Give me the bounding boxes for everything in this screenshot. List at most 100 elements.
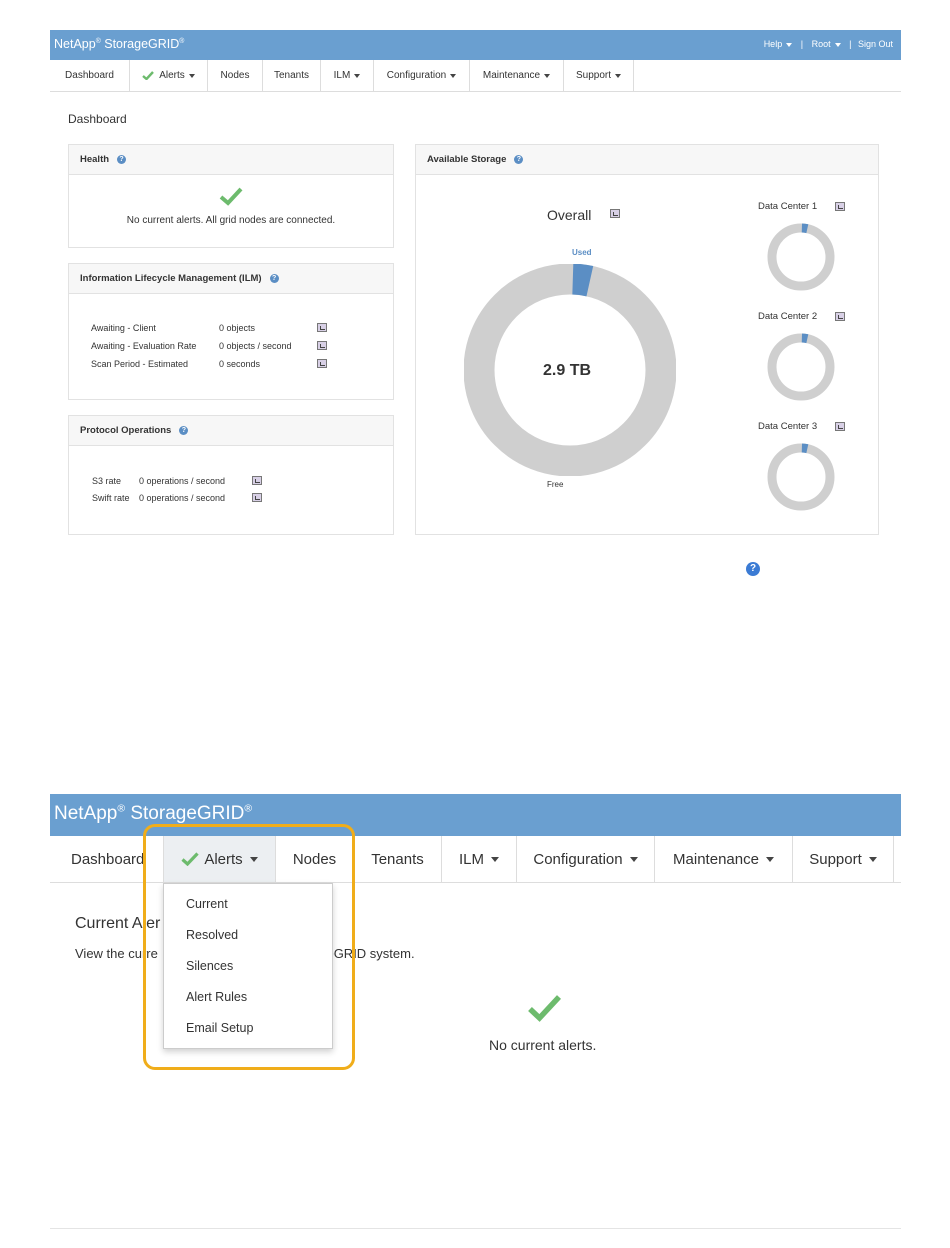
nav-dashboard-label: Dashboard xyxy=(71,850,145,868)
ilm-row-value: 0 objects / second xyxy=(219,341,292,351)
chevron-down-icon xyxy=(765,856,774,862)
chart-icon[interactable] xyxy=(252,493,262,502)
chart-icon[interactable] xyxy=(317,359,327,368)
nav-tenants[interactable]: Tenants xyxy=(354,836,442,882)
protocol-row-label: S3 rate xyxy=(92,476,122,486)
help-label: Help xyxy=(763,39,783,49)
ilm-row-value: 0 objects xyxy=(219,323,256,333)
reg-mark: ® xyxy=(179,37,185,45)
brand-netapp: NetApp xyxy=(54,803,118,824)
brand-logo: NetApp® StorageGRID® xyxy=(54,37,184,51)
free-slice xyxy=(767,223,835,291)
chart-icon[interactable] xyxy=(317,323,327,332)
chart-icon[interactable] xyxy=(610,209,620,218)
nav-configuration[interactable]: Configuration xyxy=(374,60,470,91)
divider xyxy=(50,1228,901,1229)
protocol-row-value: 0 operations / second xyxy=(139,493,226,503)
dc1-donut xyxy=(767,223,835,291)
nav-alerts[interactable]: Alerts xyxy=(130,60,208,91)
brand-product: StorageGRID xyxy=(104,37,180,51)
sign-out-link[interactable]: Sign Out xyxy=(858,39,893,49)
page-title: Dashboard xyxy=(68,112,127,126)
help-icon[interactable]: ? xyxy=(746,562,760,576)
brand-logo: NetApp® StorageGRID® xyxy=(54,803,252,825)
brand-product: StorageGRID xyxy=(130,803,245,824)
chevron-down-icon xyxy=(354,73,361,78)
help-icon[interactable]: ? xyxy=(269,274,279,283)
empty-state-message: No current alerts. xyxy=(489,1037,597,1053)
health-title: Health xyxy=(80,154,110,165)
ilm-row-value: 0 seconds xyxy=(219,359,261,369)
storage-panel-header: Available Storage ? xyxy=(416,145,878,175)
chart-icon[interactable] xyxy=(835,312,845,321)
storage-title: Available Storage xyxy=(427,154,507,165)
check-icon xyxy=(219,187,243,206)
ilm-title: Information Lifecycle Management (ILM) xyxy=(80,273,262,284)
root-menu[interactable]: Root xyxy=(810,39,843,49)
nav-ilm[interactable]: ILM xyxy=(321,60,374,91)
nav-dashboard[interactable]: Dashboard xyxy=(50,60,130,91)
main-nav: Dashboard Alerts Nodes Tenants ILM Confi… xyxy=(50,60,901,92)
chart-icon[interactable] xyxy=(835,422,845,431)
protocol-row-value: 0 operations / second xyxy=(139,476,226,486)
nav-tenants-label: Tenants xyxy=(371,850,424,868)
protocol-panel: Protocol Operations ? S3 rate 0 operatio… xyxy=(68,415,394,535)
protocol-panel-header: Protocol Operations ? xyxy=(69,416,393,446)
highlight-box xyxy=(143,824,355,1070)
nav-configuration-label: Configuration xyxy=(386,70,447,81)
health-panel-header: Health ? xyxy=(69,145,393,175)
nav-ilm-label: ILM xyxy=(458,850,484,868)
chevron-down-icon xyxy=(491,856,499,862)
brand-netapp: NetApp xyxy=(54,37,96,51)
chevron-down-icon xyxy=(188,73,195,78)
chart-icon[interactable] xyxy=(252,476,262,485)
separator: | xyxy=(800,39,804,49)
root-label: Root xyxy=(811,39,831,49)
check-icon xyxy=(142,71,155,80)
chart-icon[interactable] xyxy=(835,202,845,211)
storage-panel: Available Storage ? Overall 2.9 TB Used … xyxy=(415,144,879,535)
nav-support-label: Support xyxy=(809,850,862,868)
nav-maintenance[interactable]: Maintenance xyxy=(470,60,564,91)
nav-maintenance[interactable]: Maintenance xyxy=(655,836,793,882)
header-banner: NetApp® StorageGRID® Help | Root | Sign … xyxy=(50,30,901,60)
overall-title: Overall xyxy=(547,207,592,223)
nav-support[interactable]: Support xyxy=(564,60,634,91)
user-links: Help | Root | Sign Out xyxy=(760,39,895,49)
nav-configuration-label: Configuration xyxy=(533,850,623,868)
reg-mark: ® xyxy=(117,803,126,815)
nav-alerts-label: Alerts xyxy=(159,70,185,81)
nav-ilm-label: ILM xyxy=(333,70,351,81)
ilm-panel-header: Information Lifecycle Management (ILM) ? xyxy=(69,264,393,294)
nav-maintenance-label: Maintenance xyxy=(673,850,759,868)
free-label: Free xyxy=(547,480,564,489)
nav-ilm[interactable]: ILM xyxy=(442,836,517,882)
used-label: Used xyxy=(572,248,592,257)
alerts-screenshot: NetApp® StorageGRID® Dashboard Alerts No… xyxy=(50,794,901,1194)
chevron-down-icon xyxy=(544,73,551,78)
protocol-row-label: Swift rate xyxy=(92,493,130,503)
nav-nodes[interactable]: Nodes xyxy=(208,60,263,91)
ilm-row-label: Scan Period - Estimated xyxy=(91,359,189,369)
help-icon[interactable]: ? xyxy=(179,426,189,435)
dashboard-screenshot: NetApp® StorageGRID® Help | Root | Sign … xyxy=(50,30,901,576)
protocol-title: Protocol Operations xyxy=(80,425,172,436)
nav-support[interactable]: Support xyxy=(793,836,894,882)
nav-tenants[interactable]: Tenants xyxy=(263,60,321,91)
ilm-row-label: Awaiting - Evaluation Rate xyxy=(91,341,197,351)
chevron-down-icon xyxy=(615,73,622,78)
chevron-down-icon xyxy=(868,856,877,862)
nav-configuration[interactable]: Configuration xyxy=(517,836,655,882)
overall-center-value: 2.9 TB xyxy=(543,362,592,379)
nav-maintenance-label: Maintenance xyxy=(482,70,541,81)
free-slice xyxy=(767,333,835,401)
chart-icon[interactable] xyxy=(317,341,327,350)
dc-title: Data Center 3 xyxy=(758,421,818,432)
free-slice xyxy=(767,443,835,511)
reg-mark: ® xyxy=(95,37,101,45)
nav-support-label: Support xyxy=(575,70,612,81)
help-icon[interactable]: ? xyxy=(514,155,524,164)
help-menu[interactable]: Help xyxy=(762,39,795,49)
help-icon[interactable]: ? xyxy=(117,155,127,164)
ilm-row-label: Awaiting - Client xyxy=(91,323,156,333)
